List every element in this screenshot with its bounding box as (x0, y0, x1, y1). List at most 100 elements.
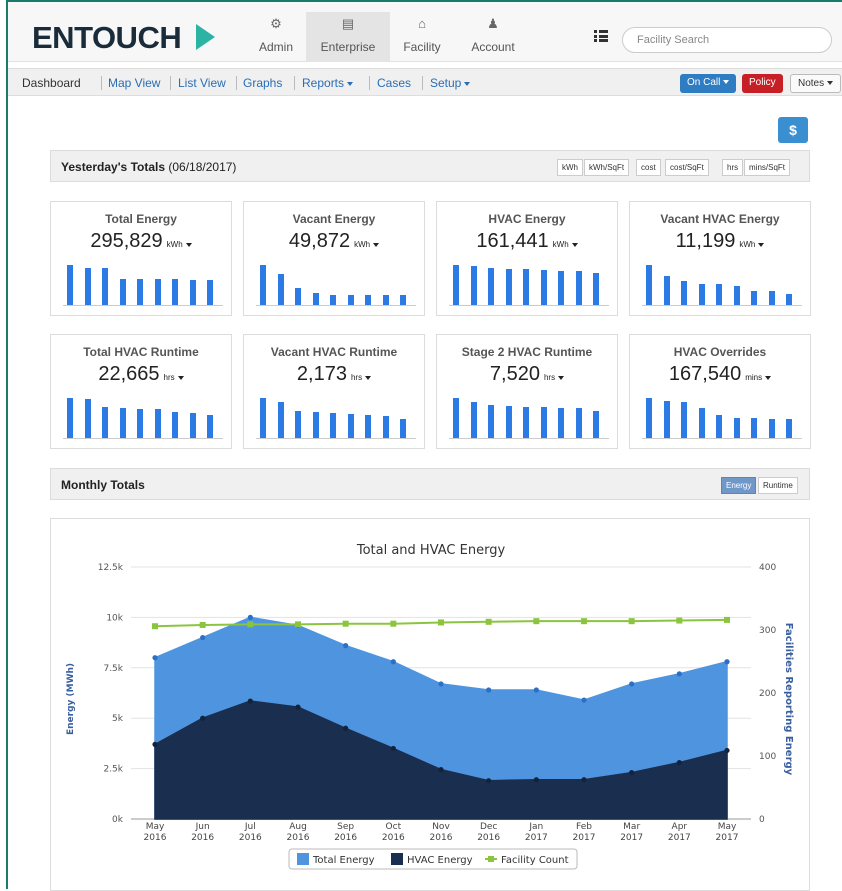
spark-bar (365, 294, 371, 305)
spark-bar (119, 278, 126, 305)
divider (236, 76, 237, 90)
hvac-energy-point (438, 767, 444, 773)
card-vacant-hvac-runtime[interactable]: Vacant HVAC Runtime 2,173 hrs (243, 334, 425, 449)
subnav-dashboard[interactable]: Dashboard (22, 76, 81, 90)
nav-account-label: Account (471, 40, 515, 54)
hvac-energy-point (295, 704, 301, 710)
y-axis-label: Energy (MWh) (66, 663, 76, 735)
card-vacant-energy[interactable]: Vacant Energy 49,872 kWh (243, 201, 425, 316)
unit-hrs-button[interactable]: hrs (722, 159, 744, 176)
x-tick-year: 2016 (477, 833, 500, 843)
unit-dropdown[interactable]: mins (745, 373, 772, 382)
card-total-hvac-runtime[interactable]: Total HVAC Runtime 22,665 hrs (50, 334, 232, 449)
y-tick-label: 12.5k (98, 563, 124, 573)
spark-bar (575, 271, 582, 305)
x-tick-year: 2017 (716, 833, 739, 843)
facility-count-point (676, 617, 683, 624)
sparkline-bars (256, 264, 416, 306)
spark-bar (681, 402, 687, 438)
unit-dropdown[interactable]: hrs (351, 373, 372, 382)
unit-dropdown[interactable]: kWh (354, 240, 380, 249)
notes-button[interactable]: Notes (790, 74, 842, 93)
spark-bar (137, 408, 143, 438)
unit-mins-sqft-button[interactable]: mins/SqFt (744, 159, 791, 176)
total-energy-point (486, 687, 492, 693)
x-tick-year: 2017 (620, 833, 643, 843)
subnav-list-view[interactable]: List View (178, 76, 226, 90)
caret-down-icon (464, 81, 471, 86)
spark-bar (488, 405, 494, 438)
section-title: Yesterday's Totals (06/18/2017) (61, 160, 236, 174)
card-title: Total Energy (105, 212, 177, 226)
card-stage2-hvac-runtime[interactable]: Stage 2 HVAC Runtime 7,520 hrs (436, 334, 618, 449)
y-tick-label: 7.5k (103, 664, 123, 674)
yesterday-totals-header: Yesterday's Totals (06/18/2017) kWh kWh/… (50, 150, 810, 182)
spark-bar (488, 268, 494, 305)
subnav-map-view[interactable]: Map View (108, 76, 160, 90)
subnav-setup[interactable]: Setup (430, 76, 471, 90)
chart-legend: Total Energy HVAC Energy Facility Count (288, 848, 578, 870)
nav-admin[interactable]: ⚙ Admin (248, 12, 304, 62)
x-tick-year: 2016 (287, 833, 310, 843)
facility-count-point (485, 618, 492, 625)
unit-dropdown[interactable]: kWh (739, 240, 765, 249)
spark-bar (365, 414, 371, 438)
runtime-toggle-button[interactable]: Runtime (758, 477, 798, 494)
cost-button[interactable]: $ (778, 117, 808, 143)
unit-dropdown[interactable]: hrs (544, 373, 565, 382)
spark-bar (382, 416, 389, 438)
facility-count-point (390, 620, 397, 627)
energy-chart-panel: Total and HVAC Energy 0k 2.5k 5k 7.5k 10k 12.… (50, 518, 810, 891)
notes-label: Notes (798, 78, 825, 89)
spark-bar (523, 269, 529, 305)
unit-dropdown[interactable]: kWh (553, 240, 578, 249)
policy-button[interactable]: Policy (742, 74, 783, 93)
monthly-totals-header: Monthly Totals Energy Runtime (50, 468, 810, 500)
spark-bar (347, 294, 354, 305)
entouch-logo[interactable]: ENTOUCH (32, 20, 182, 56)
facility-search-input[interactable] (622, 27, 832, 53)
nav-account[interactable]: ♟ Account (456, 12, 530, 62)
spark-bar (330, 412, 336, 438)
card-number: 11,199 (675, 230, 736, 252)
spark-bar (260, 265, 266, 305)
card-hvac-energy[interactable]: HVAC Energy 161,441 kWh (436, 201, 618, 316)
unit-kwh-sqft-button[interactable]: kWh/SqFt (584, 159, 630, 176)
spark-bar (768, 291, 775, 305)
spark-bar (189, 279, 196, 305)
unit-dropdown[interactable]: kWh (167, 240, 192, 249)
card-number: 22,665 (98, 363, 160, 385)
x-tick-month: Oct (386, 822, 402, 832)
facility-count-point (533, 618, 540, 625)
subnav-cases[interactable]: Cases (377, 76, 411, 90)
nav-facility[interactable]: ⌂ Facility (392, 12, 452, 62)
card-hvac-overrides[interactable]: HVAC Overrides 167,540 mins (629, 334, 811, 449)
list-menu-icon[interactable] (594, 30, 608, 42)
spark-bar (400, 294, 406, 305)
spark-bar (312, 411, 319, 438)
on-call-label: On Call (687, 77, 721, 88)
spark-bar (751, 417, 757, 438)
unit-kwh-button[interactable]: kWh (557, 159, 583, 176)
on-call-button[interactable]: On Call (680, 74, 737, 93)
hvac-energy-point (581, 777, 587, 783)
spark-bar (768, 419, 775, 438)
subnav-reports[interactable]: Reports (302, 76, 354, 90)
card-vacant-hvac-energy[interactable]: Vacant HVAC Energy 11,199 kWh (629, 201, 811, 316)
x-tick-month: Nov (432, 822, 450, 832)
energy-toggle-button[interactable]: Energy (721, 477, 757, 494)
unit-cost-button[interactable]: cost (636, 159, 661, 176)
x-tick-month: Apr (672, 822, 688, 832)
subnav-graphs[interactable]: Graphs (243, 76, 282, 90)
x-axis-ticks: May2016Jun2016Jul2016Aug2016Sep2016Oct20… (144, 822, 739, 843)
spark-bar (295, 410, 301, 438)
total-energy-point (247, 614, 253, 620)
card-total-energy[interactable]: Total Energy 295,829 kWh (50, 201, 232, 316)
caret-down-icon (373, 242, 380, 247)
spark-bar (523, 406, 529, 438)
unit-cost-sqft-button[interactable]: cost/SqFt (665, 159, 709, 176)
unit-dropdown[interactable]: hrs (164, 373, 184, 382)
spark-bar (698, 407, 705, 438)
nav-enterprise[interactable]: ▤ Enterprise (306, 12, 390, 62)
divider (294, 76, 295, 90)
